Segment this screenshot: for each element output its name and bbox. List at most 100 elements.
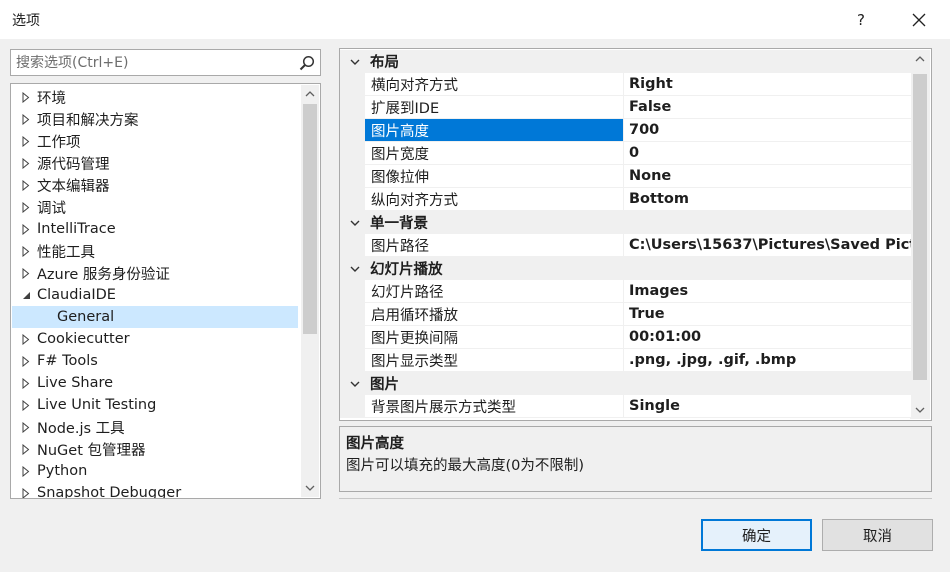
- help-button[interactable]: ?: [838, 0, 884, 39]
- collapsed-arrow-icon[interactable]: [19, 487, 33, 498]
- collapsed-arrow-icon[interactable]: [19, 135, 33, 147]
- tree-item-label: Azure 服务身份验证: [37, 266, 170, 283]
- property-value[interactable]: None: [625, 165, 911, 187]
- property-value[interactable]: Images: [625, 280, 911, 302]
- collapsed-arrow-icon[interactable]: [19, 267, 33, 279]
- collapse-arrow-icon[interactable]: [345, 220, 365, 226]
- tree-item[interactable]: 项目和解决方案: [12, 108, 298, 130]
- collapsed-arrow-icon[interactable]: [19, 355, 33, 367]
- collapsed-arrow-icon[interactable]: [19, 157, 33, 169]
- grid-scroll-up-button[interactable]: [910, 50, 930, 68]
- collapse-arrow-icon[interactable]: [345, 381, 365, 387]
- property-value[interactable]: Right: [625, 73, 911, 95]
- property-row[interactable]: 扩展到IDE False: [340, 96, 911, 119]
- tree-item[interactable]: IntelliTrace: [12, 218, 298, 240]
- property-row[interactable]: 图片显示类型 .png, .jpg, .gif, .bmp: [340, 349, 911, 372]
- tree-item[interactable]: 性能工具: [12, 240, 298, 262]
- tree-scroll-thumb[interactable]: [303, 104, 317, 334]
- tree-item[interactable]: Live Unit Testing: [12, 394, 298, 416]
- property-name[interactable]: 图片路径: [365, 234, 624, 256]
- collapsed-arrow-icon[interactable]: [19, 443, 33, 455]
- grid-scrollbar[interactable]: [910, 50, 930, 419]
- tree-item[interactable]: 文本编辑器: [12, 174, 298, 196]
- ok-button[interactable]: 确定: [701, 519, 812, 551]
- tree-item[interactable]: Azure 服务身份验证: [12, 262, 298, 284]
- property-value[interactable]: C:\Users\15637\Pictures\Saved Pictur: [625, 234, 911, 256]
- row-gutter: [340, 165, 365, 187]
- collapsed-arrow-icon[interactable]: [19, 421, 33, 433]
- tree-item[interactable]: 调试: [12, 196, 298, 218]
- tree-item[interactable]: Node.js 工具: [12, 416, 298, 438]
- tree-item[interactable]: 工作项: [12, 130, 298, 152]
- expanded-arrow-icon[interactable]: [19, 291, 33, 300]
- property-row[interactable]: 启用循环播放 True: [340, 303, 911, 326]
- property-row[interactable]: 图片高度 700: [340, 119, 911, 142]
- property-row[interactable]: 背景图片展示方式类型 Single: [340, 395, 911, 418]
- collapse-arrow-icon[interactable]: [345, 266, 365, 272]
- property-name[interactable]: 图片高度: [365, 119, 624, 141]
- tree-scrollbar[interactable]: [301, 85, 319, 497]
- property-name[interactable]: 图片宽度: [365, 142, 624, 164]
- property-value[interactable]: False: [625, 96, 911, 118]
- tree-item[interactable]: 环境: [12, 86, 298, 108]
- collapse-arrow-icon[interactable]: [345, 59, 365, 65]
- window-title: 选项: [12, 13, 40, 29]
- property-name[interactable]: 扩展到IDE: [365, 96, 624, 118]
- collapsed-arrow-icon[interactable]: [19, 333, 33, 345]
- collapsed-arrow-icon[interactable]: [19, 91, 33, 103]
- property-row[interactable]: 横向对齐方式 Right: [340, 73, 911, 96]
- property-name[interactable]: 纵向对齐方式: [365, 188, 624, 210]
- property-row[interactable]: 图片更换间隔 00:01:00: [340, 326, 911, 349]
- property-category[interactable]: 布局: [340, 50, 911, 73]
- collapsed-arrow-icon[interactable]: [19, 465, 33, 477]
- search-button[interactable]: [296, 52, 318, 73]
- tree-item-label: 性能工具: [37, 244, 95, 261]
- collapsed-arrow-icon[interactable]: [19, 399, 33, 411]
- tree-item[interactable]: Live Share: [12, 372, 298, 394]
- tree-item[interactable]: Cookiecutter: [12, 328, 298, 350]
- property-value[interactable]: 00:01:00: [625, 326, 911, 348]
- property-value[interactable]: 700: [625, 119, 911, 141]
- tree-item[interactable]: 源代码管理: [12, 152, 298, 174]
- tree-item[interactable]: Python: [12, 460, 298, 482]
- property-name[interactable]: 横向对齐方式: [365, 73, 624, 95]
- property-category[interactable]: 图片: [340, 372, 911, 395]
- collapsed-arrow-icon[interactable]: [19, 223, 33, 235]
- property-row[interactable]: 图片路径 C:\Users\15637\Pictures\Saved Pictur: [340, 234, 911, 257]
- property-value[interactable]: Single: [625, 395, 911, 417]
- property-value[interactable]: .png, .jpg, .gif, .bmp: [625, 349, 911, 371]
- property-name[interactable]: 图像拉伸: [365, 165, 624, 187]
- property-value[interactable]: True: [625, 303, 911, 325]
- property-name[interactable]: 幻灯片路径: [365, 280, 624, 302]
- property-value[interactable]: Bottom: [625, 188, 911, 210]
- row-gutter: [340, 303, 365, 325]
- property-category[interactable]: 单一背景: [340, 211, 911, 234]
- grid-scroll-down-button[interactable]: [910, 401, 930, 419]
- property-row[interactable]: 幻灯片路径 Images: [340, 280, 911, 303]
- grid-scroll-thumb[interactable]: [913, 74, 927, 380]
- tree-child-item[interactable]: General: [12, 306, 298, 328]
- close-button[interactable]: [896, 0, 942, 39]
- property-name[interactable]: 背景图片展示方式类型: [365, 395, 624, 417]
- collapsed-arrow-icon[interactable]: [19, 113, 33, 125]
- property-category[interactable]: 幻灯片播放: [340, 257, 911, 280]
- tree-item[interactable]: Snapshot Debugger: [12, 482, 298, 498]
- property-value[interactable]: 0: [625, 142, 911, 164]
- tree-scroll-down-button[interactable]: [301, 479, 319, 497]
- property-row[interactable]: 图片宽度 0: [340, 142, 911, 165]
- collapsed-arrow-icon[interactable]: [19, 179, 33, 191]
- collapsed-arrow-icon[interactable]: [19, 245, 33, 257]
- collapsed-arrow-icon[interactable]: [19, 377, 33, 389]
- search-input[interactable]: [11, 50, 291, 75]
- cancel-button[interactable]: 取消: [822, 519, 933, 551]
- property-row[interactable]: 纵向对齐方式 Bottom: [340, 188, 911, 211]
- tree-scroll-up-button[interactable]: [301, 85, 319, 103]
- tree-item[interactable]: F# Tools: [12, 350, 298, 372]
- tree-item[interactable]: ClaudiaIDE: [12, 284, 298, 306]
- property-name[interactable]: 图片显示类型: [365, 349, 624, 371]
- property-name[interactable]: 启用循环播放: [365, 303, 624, 325]
- tree-item[interactable]: NuGet 包管理器: [12, 438, 298, 460]
- property-row[interactable]: 图像拉伸 None: [340, 165, 911, 188]
- collapsed-arrow-icon[interactable]: [19, 201, 33, 213]
- property-name[interactable]: 图片更换间隔: [365, 326, 624, 348]
